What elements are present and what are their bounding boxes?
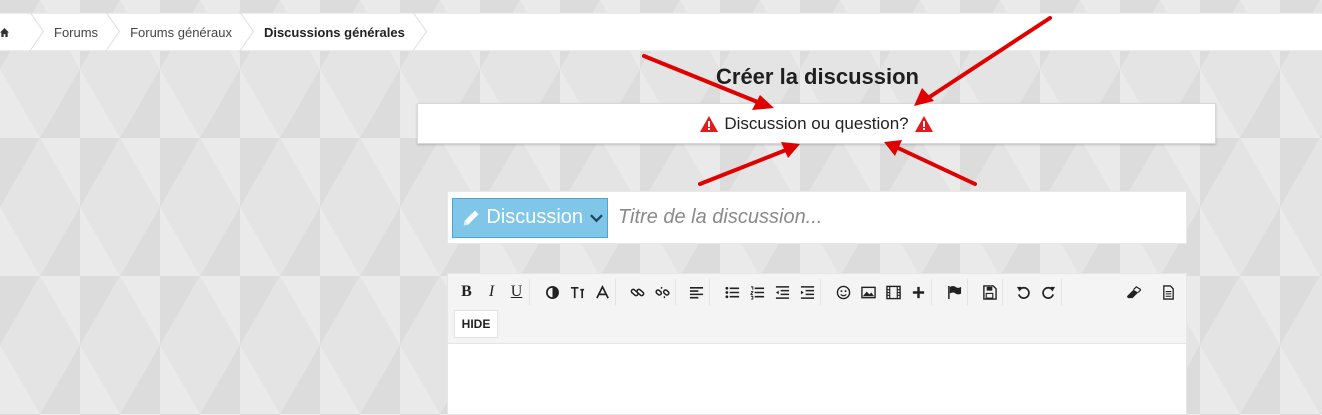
breadcrumb: Forums Forums généraux Discussions génér… xyxy=(0,13,1322,51)
underline-icon[interactable]: U xyxy=(504,279,529,305)
page-title: Créer la discussion xyxy=(716,64,919,89)
font-size-icon[interactable] xyxy=(565,279,590,305)
bold-icon[interactable]: B xyxy=(454,279,479,305)
thread-title-row: Discussion xyxy=(447,191,1187,244)
prefix-notice: Discussion ou question? xyxy=(417,103,1216,144)
message-editor: B I U HIDE xyxy=(447,273,1187,415)
breadcrumb-forums[interactable]: Forums xyxy=(36,14,112,50)
flag-icon[interactable] xyxy=(942,279,967,305)
unlink-icon[interactable] xyxy=(650,279,675,305)
eraser-icon[interactable] xyxy=(1121,279,1146,305)
redo-icon[interactable] xyxy=(1036,279,1061,305)
pencil-icon xyxy=(463,210,479,225)
bullet-list-icon[interactable] xyxy=(720,279,745,305)
warning-icon xyxy=(700,115,719,132)
media-icon[interactable] xyxy=(881,279,906,305)
smiley-icon[interactable] xyxy=(831,279,856,305)
editor-toolbar: B I U HIDE xyxy=(448,274,1186,344)
undo-icon[interactable] xyxy=(1011,279,1036,305)
outdent-icon[interactable] xyxy=(770,279,795,305)
arrow-bottom-right xyxy=(896,146,977,186)
indent-icon[interactable] xyxy=(795,279,820,305)
align-icon[interactable] xyxy=(684,279,709,305)
bbcode-icon[interactable] xyxy=(1156,279,1181,305)
thread-title-input[interactable] xyxy=(616,196,1186,239)
italic-icon[interactable]: I xyxy=(479,279,504,305)
breadcrumb-forums-generaux[interactable]: Forums généraux xyxy=(112,14,246,50)
editor-body[interactable] xyxy=(448,344,1186,414)
link-icon[interactable] xyxy=(625,279,650,305)
prefix-label: Discussion xyxy=(486,206,584,228)
font-family-icon[interactable] xyxy=(590,279,615,305)
insert-icon[interactable] xyxy=(906,279,931,305)
home-icon xyxy=(0,27,9,37)
arrow-bottom-left xyxy=(698,148,788,186)
chevron-down-icon xyxy=(590,213,603,222)
hide-button[interactable]: HIDE xyxy=(454,310,498,338)
notice-text: Discussion ou question? xyxy=(724,113,909,133)
color-icon[interactable] xyxy=(540,279,565,305)
arrow-head-bottom-left xyxy=(781,142,800,158)
save-icon[interactable] xyxy=(977,279,1002,305)
warning-icon xyxy=(914,115,933,132)
numbered-list-icon[interactable] xyxy=(745,279,770,305)
prefix-dropdown[interactable]: Discussion xyxy=(452,197,608,238)
image-icon[interactable] xyxy=(856,279,881,305)
breadcrumb-discussions-generales[interactable]: Discussions générales xyxy=(246,14,419,50)
breadcrumb-home[interactable] xyxy=(0,14,36,50)
